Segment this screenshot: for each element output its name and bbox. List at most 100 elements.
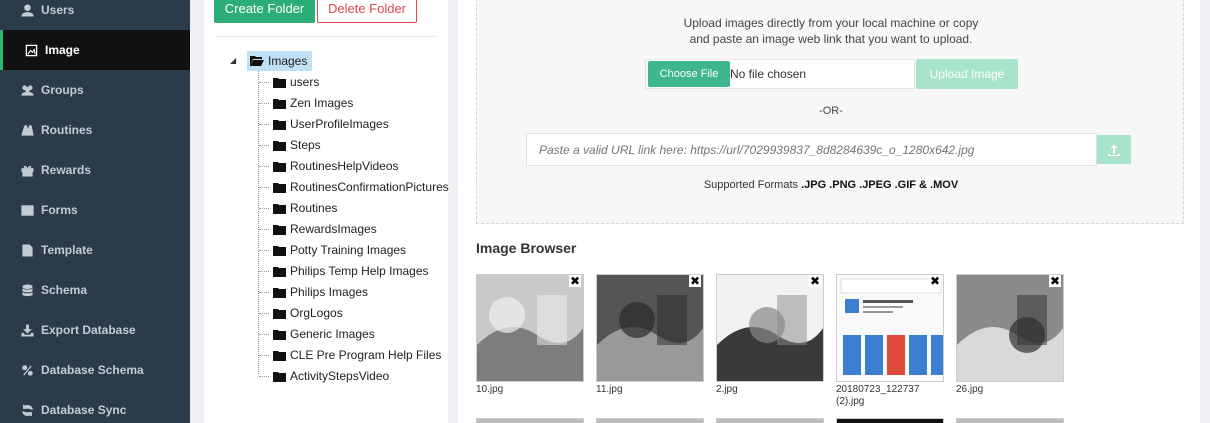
tree-expand-icon[interactable]: ◢ — [230, 56, 240, 66]
sidebar-item-label: Groups — [41, 83, 84, 97]
user-icon — [20, 3, 34, 17]
sidebar-item-label: Rewards — [41, 163, 92, 177]
delete-image-icon[interactable]: ✖ — [929, 275, 941, 287]
sidebar-item-routines[interactable]: Routines — [0, 110, 190, 150]
folder-icon — [273, 350, 286, 361]
sidebar-item-image[interactable]: Image — [0, 30, 190, 70]
tree-folder-label: RewardsImages — [290, 222, 377, 236]
image-filename: 11.jpg — [596, 384, 623, 395]
sidebar-item-label: Users — [41, 3, 75, 17]
sidebar-item-label: Forms — [41, 203, 78, 217]
sidebar-item-database-sync[interactable]: Database Sync — [0, 390, 190, 423]
image-filename: 26.jpg — [956, 384, 984, 395]
database-icon — [20, 283, 34, 297]
upload-dropzone[interactable]: Upload images directly from your local m… — [476, 0, 1184, 224]
tree-branch-line — [259, 81, 269, 83]
thumbnail-image — [957, 275, 1063, 381]
or-separator: -OR- — [819, 105, 843, 117]
tree-folder-item[interactable]: Routines — [259, 199, 337, 217]
tree-folder-item[interactable]: Zen Images — [259, 94, 353, 112]
image-thumbnail[interactable]: ✖ — [716, 274, 824, 382]
tree-folder-item[interactable]: UserProfileImages — [259, 115, 389, 133]
tree-folder-item[interactable]: Generic Images — [259, 325, 375, 343]
folder-icon — [273, 329, 286, 340]
delete-image-icon[interactable]: ✖ — [569, 275, 581, 287]
folder-icon — [273, 77, 286, 88]
sidebar-item-schema[interactable]: Schema — [0, 270, 190, 310]
tree-root-images[interactable]: Images — [247, 51, 313, 71]
sidebar-item-rewards[interactable]: Rewards — [0, 150, 190, 190]
image-thumbnail[interactable]: ✖ — [956, 274, 1064, 382]
sidebar-item-template[interactable]: Template — [0, 230, 190, 270]
supported-formats: Supported Formats .JPG .PNG .JPEG .GIF &… — [477, 179, 1185, 191]
tree-branch-line — [259, 186, 269, 188]
download-icon — [20, 323, 34, 337]
image-thumbnail[interactable] — [596, 418, 704, 423]
tree-folder-label: UserProfileImages — [290, 117, 389, 131]
image-thumbnail[interactable] — [476, 418, 584, 423]
tree-branch-line — [259, 165, 269, 167]
tree-folder-item[interactable]: Steps — [259, 136, 321, 154]
delete-image-icon[interactable]: ✖ — [1049, 275, 1061, 287]
url-upload-button[interactable] — [1097, 135, 1131, 164]
tree-folder-item[interactable]: RoutinesConfirmationPictures — [259, 178, 449, 196]
thumbnail-image — [597, 275, 703, 381]
upload-description: Upload images directly from your local m… — [477, 15, 1185, 47]
folder-icon — [273, 287, 286, 298]
tree-folder-item[interactable]: OrgLogos — [259, 304, 343, 322]
percent-icon — [20, 363, 34, 377]
folder-icon — [273, 266, 286, 277]
tree-folder-item[interactable]: Potty Training Images — [259, 241, 406, 259]
tree-folder-item[interactable]: CLE Pre Program Help Files — [259, 346, 441, 364]
sidebar-item-database-schema[interactable]: Database Schema — [0, 350, 190, 390]
image-thumbnail[interactable]: ✖ — [836, 274, 944, 382]
image-thumbnail[interactable] — [836, 418, 944, 423]
tree-folder-label: Philips Images — [290, 285, 369, 299]
sidebar-item-groups[interactable]: Groups — [0, 70, 190, 110]
delete-image-icon[interactable]: ✖ — [689, 275, 701, 287]
image-thumbnail[interactable]: ✖ — [476, 274, 584, 382]
tree-folder-label: Routines — [290, 201, 338, 215]
delete-image-icon[interactable]: ✖ — [809, 275, 821, 287]
tree-folder-item[interactable]: Philips Images — [259, 283, 368, 301]
folder-icon — [273, 140, 286, 151]
folder-panel: Create Folder Delete Folder ◢ Images use… — [204, 0, 449, 423]
upload-image-button[interactable]: Upload Image — [916, 59, 1018, 89]
folder-icon — [273, 161, 286, 172]
folder-open-icon — [250, 56, 264, 66]
file-input[interactable]: Choose File No file chosen — [645, 59, 915, 89]
image-thumbnail[interactable]: ✖ — [596, 274, 704, 382]
sidebar-item-forms[interactable]: Forms — [0, 190, 190, 230]
tree-branch-line — [259, 123, 269, 125]
table-icon — [20, 203, 34, 217]
tree-folder-label: RoutinesConfirmationPictures — [290, 180, 449, 194]
gift-icon — [20, 163, 34, 177]
tree-folder-item[interactable]: Philips Temp Help Images — [259, 262, 429, 280]
sidebar-item-users[interactable]: Users — [0, 0, 190, 30]
tree-folder-item[interactable]: ActivityStepsVideo — [259, 367, 389, 385]
image-thumbnail[interactable] — [716, 418, 824, 423]
folder-icon — [273, 371, 286, 382]
tree-root-label: Images — [268, 54, 308, 68]
tree-folder-item[interactable]: RewardsImages — [259, 220, 377, 238]
folder-icon — [273, 98, 286, 109]
tree-folder-item[interactable]: users — [259, 73, 319, 91]
folder-icon — [273, 308, 286, 319]
sidebar-item-export-database[interactable]: Export Database — [0, 310, 190, 350]
folder-tree: ◢ Images users Zen Images UserProfileImage… — [204, 0, 449, 423]
sidebar-item-label: Database Sync — [41, 403, 127, 417]
file-status: No file chosen — [730, 67, 807, 81]
tree-branch-line — [259, 354, 269, 356]
url-input[interactable] — [526, 133, 1097, 166]
tree-branch-line — [259, 249, 269, 251]
sync-icon — [20, 403, 34, 417]
choose-file-button[interactable]: Choose File — [648, 61, 730, 87]
image-thumbnail[interactable] — [956, 418, 1064, 423]
tree-folder-item[interactable]: RoutinesHelpVideos — [259, 157, 399, 175]
folder-icon — [273, 203, 286, 214]
sidebar-item-label: Template — [41, 243, 93, 257]
tree-branch-line — [259, 144, 269, 146]
sidebar-item-label: Image — [45, 43, 80, 57]
tree-branch-line — [259, 207, 269, 209]
tree-branch-line — [259, 375, 269, 377]
